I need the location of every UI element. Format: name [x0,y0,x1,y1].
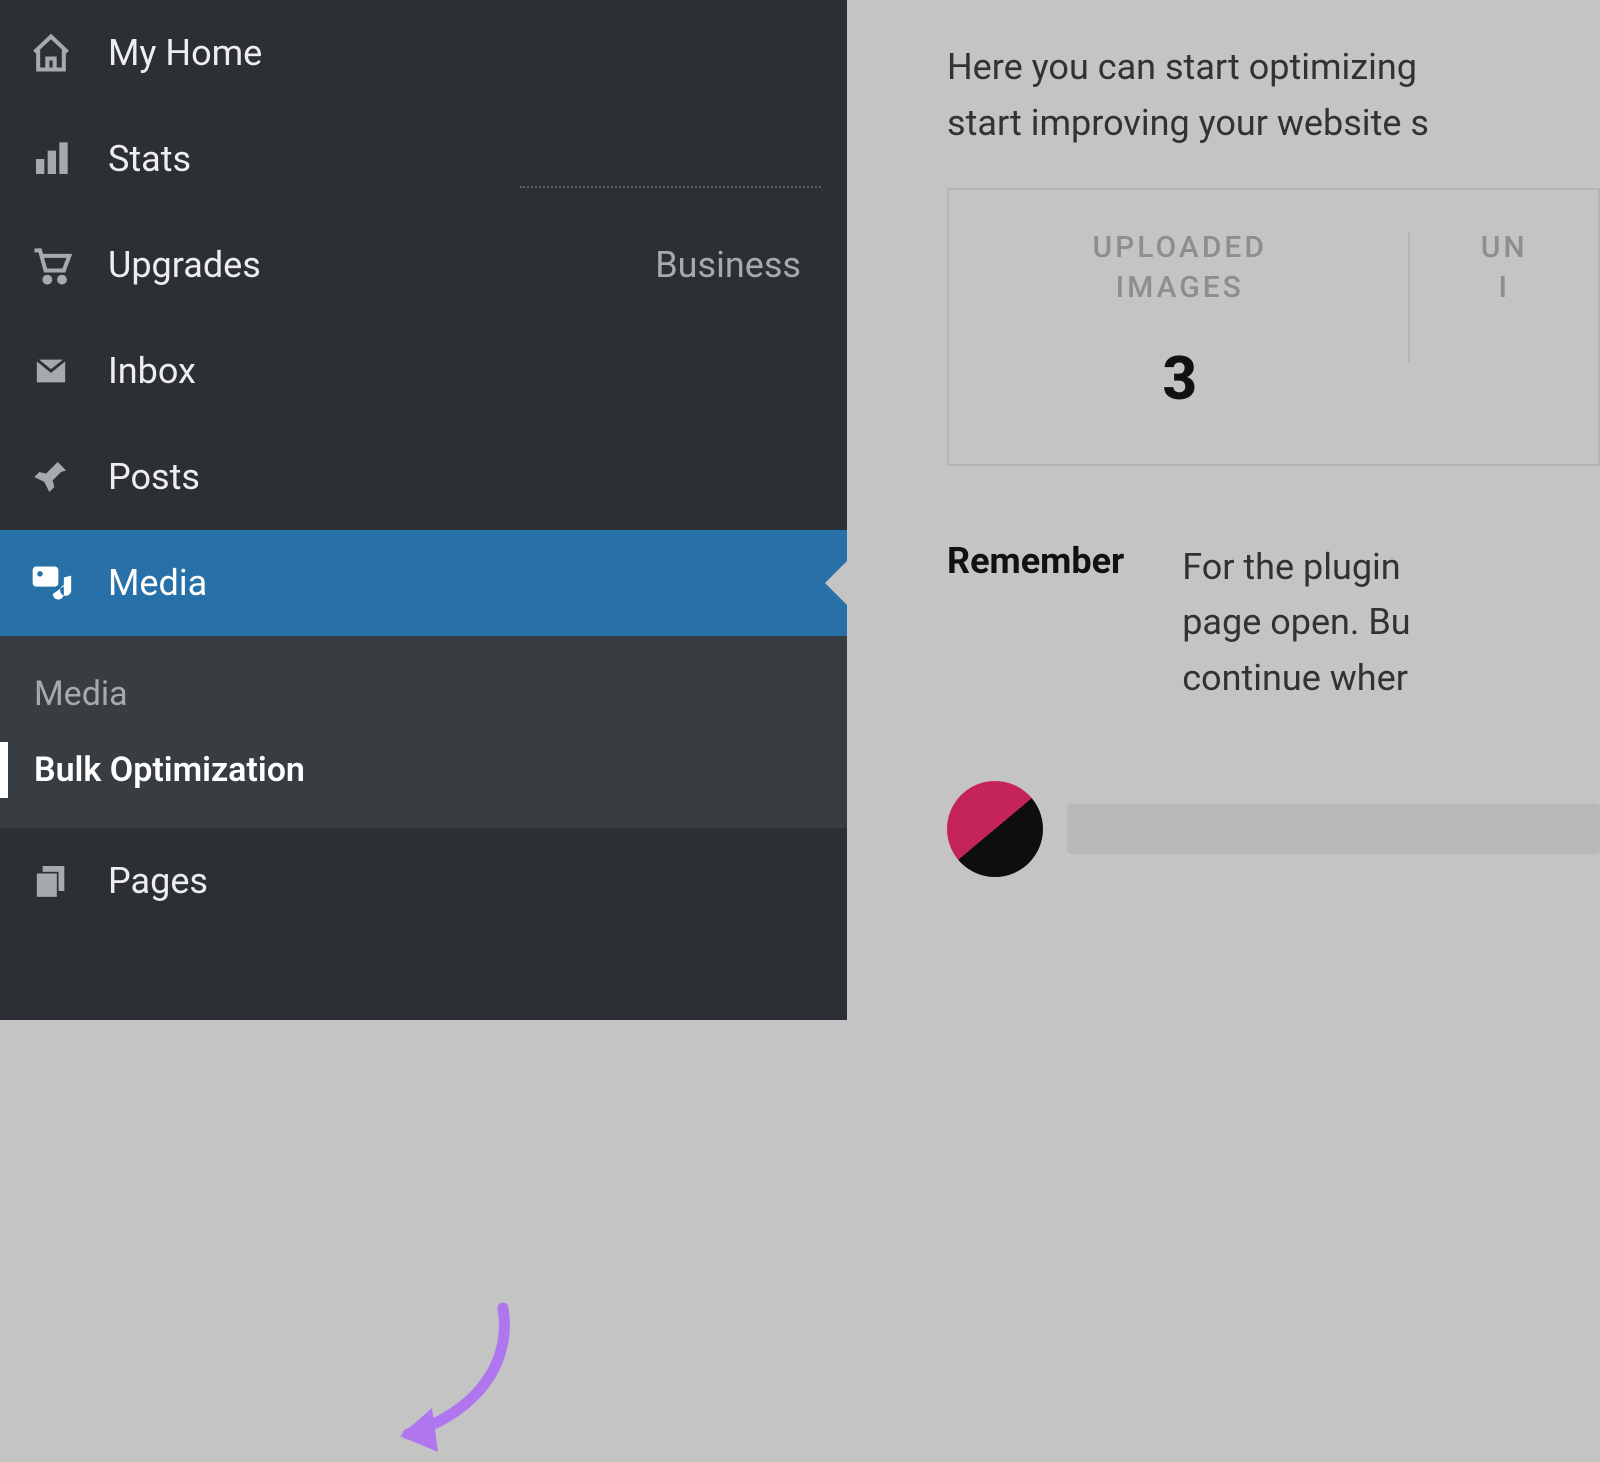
main-content: Here you can start optimizing start impr… [847,0,1600,1020]
progress-row [947,781,1600,877]
sidebar-item-inbox[interactable]: Inbox [0,318,847,424]
envelope-icon [26,346,76,396]
media-submenu: Media Bulk Optimization [0,636,847,828]
stats-card: UPLOADED IMAGES 3 UN I [947,188,1600,466]
intro-text: Here you can start optimizing start impr… [947,40,1600,152]
sidebar-item-label: Pages [108,860,821,902]
remember-note: Remember For the plugin page open. Bu co… [947,540,1600,707]
stat-value: 3 [969,343,1390,414]
sidebar-item-label: Inbox [108,350,821,392]
sidebar-item-media[interactable]: Media [0,530,847,636]
sidebar-item-label: My Home [108,32,821,74]
progress-bar [1067,804,1600,854]
progress-pie-icon [947,781,1043,877]
stat-label: UPLOADED IMAGES [969,228,1390,309]
intro-line: start improving your website s [947,102,1429,144]
sidebar-item-label: Media [108,562,821,604]
plan-badge: Business [655,244,801,286]
sidebar-item-pages[interactable]: Pages [0,828,847,934]
pin-icon [26,452,76,502]
stats-icon [26,134,76,184]
sidebar-item-label: Upgrades [108,244,655,286]
pages-icon [26,856,76,906]
subnav-item-bulk-optimization[interactable]: Bulk Optimization [0,732,847,808]
stat-label: UN I [1430,228,1578,309]
cart-icon [26,240,76,290]
admin-sidebar: My Home Stats Upgrades Business Inbox Po… [0,0,847,1020]
remember-label: Remember [947,540,1124,707]
annotation-arrow-icon [388,1302,538,1462]
media-icon [26,558,76,608]
sidebar-item-label: Posts [108,456,821,498]
subnav-header-media[interactable]: Media [0,656,847,732]
sidebar-item-label: Stats [108,138,821,180]
home-icon [26,28,76,78]
intro-line: Here you can start optimizing [947,46,1417,88]
remember-text: For the plugin page open. Bu continue wh… [1182,540,1410,707]
stat-uploaded-images: UPLOADED IMAGES 3 [949,220,1410,414]
sidebar-item-stats[interactable]: Stats [0,106,847,212]
stat-unoptimized: UN I [1410,220,1598,414]
sidebar-item-posts[interactable]: Posts [0,424,847,530]
sidebar-item-upgrades[interactable]: Upgrades Business [0,212,847,318]
sidebar-item-my-home[interactable]: My Home [0,0,847,106]
